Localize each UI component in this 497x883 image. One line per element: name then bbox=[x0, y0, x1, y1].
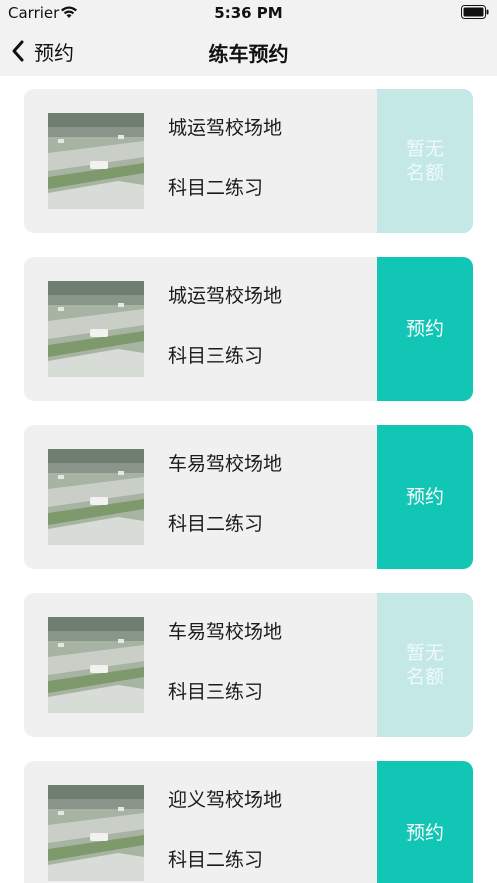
venue-photo bbox=[48, 617, 144, 713]
action-label-line2: 名额 bbox=[405, 666, 444, 688]
venue-photo bbox=[48, 785, 144, 881]
venue-name: 车易驾校场地 bbox=[168, 453, 283, 475]
subject-label: 科目三练习 bbox=[168, 345, 264, 367]
action-label-line1: 预约 bbox=[405, 822, 444, 844]
venue-photo bbox=[48, 449, 144, 545]
status-bar: Carrier 5:36 PM bbox=[0, 0, 497, 26]
venue-name: 车易驾校场地 bbox=[168, 621, 283, 643]
subject-label: 科目二练习 bbox=[168, 177, 264, 199]
list-item: 车易驾校场地 科目三练习 暂无 名额 bbox=[24, 593, 473, 737]
action-label-line1: 预约 bbox=[405, 318, 444, 340]
action-label-line2: 名额 bbox=[405, 162, 444, 184]
battery-icon bbox=[461, 5, 489, 19]
venue-photo bbox=[48, 113, 144, 209]
action-label-line1: 暂无 bbox=[405, 642, 444, 664]
action-label-line1: 暂无 bbox=[405, 138, 444, 160]
venue-name: 城运驾校场地 bbox=[168, 285, 283, 307]
book-button[interactable]: 预约 bbox=[377, 257, 473, 401]
navigation-bar: 预约 练车预约 bbox=[0, 26, 497, 76]
booking-list[interactable]: 城运驾校场地 科目二练习 暂无 名额 城运驾校场地 科目三练习 预约 车易驾校场… bbox=[0, 76, 497, 883]
unavailable-button[interactable]: 暂无 名额 bbox=[377, 89, 473, 233]
status-time: 5:36 PM bbox=[214, 4, 283, 22]
subject-label: 科目二练习 bbox=[168, 513, 264, 535]
subject-label: 科目三练习 bbox=[168, 681, 264, 703]
venue-photo bbox=[48, 281, 144, 377]
book-button[interactable]: 预约 bbox=[377, 761, 473, 883]
list-item: 城运驾校场地 科目二练习 暂无 名额 bbox=[24, 89, 473, 233]
book-button[interactable]: 预约 bbox=[377, 425, 473, 569]
subject-label: 科目二练习 bbox=[168, 849, 264, 871]
list-item: 迎义驾校场地 科目二练习 预约 bbox=[24, 761, 473, 883]
venue-name: 迎义驾校场地 bbox=[168, 789, 283, 811]
unavailable-button[interactable]: 暂无 名额 bbox=[377, 593, 473, 737]
page-title: 练车预约 bbox=[208, 42, 289, 66]
venue-name: 城运驾校场地 bbox=[168, 117, 283, 139]
action-label-line1: 预约 bbox=[405, 486, 444, 508]
list-item: 城运驾校场地 科目三练习 预约 bbox=[24, 257, 473, 401]
list-item: 车易驾校场地 科目二练习 预约 bbox=[24, 425, 473, 569]
